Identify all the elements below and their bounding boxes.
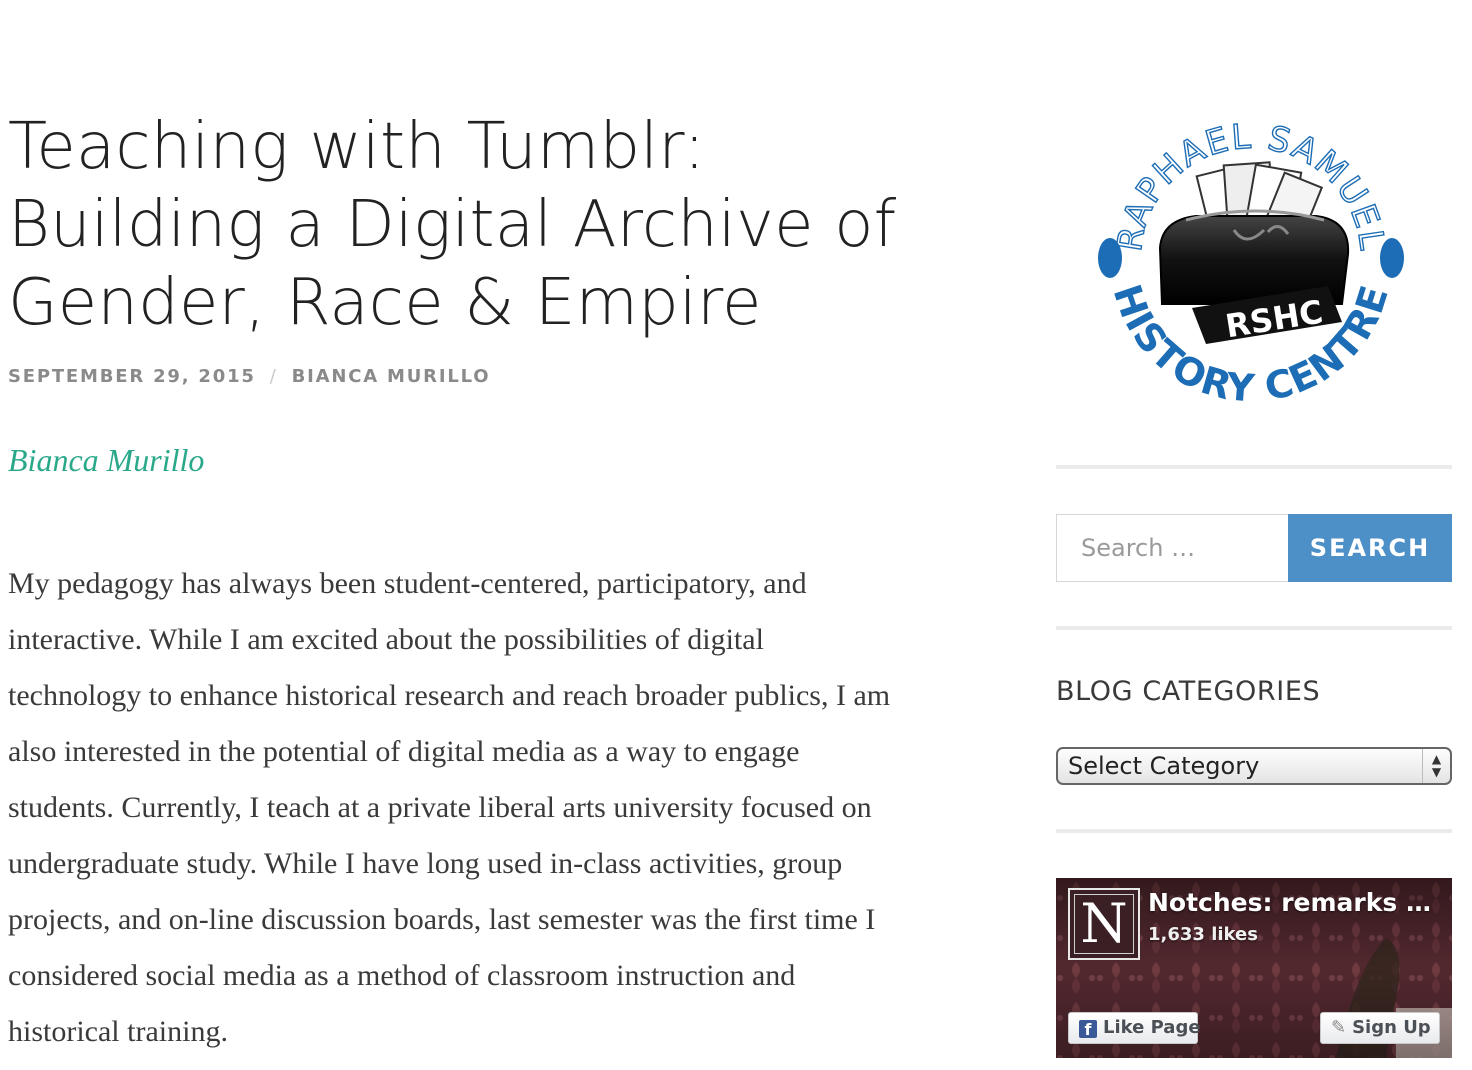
widget-divider (1056, 829, 1452, 833)
category-select-value: Select Category (1068, 752, 1260, 780)
pencil-icon: ✎ (1331, 1017, 1347, 1038)
select-arrows-icon: ▲ ▼ (1422, 749, 1450, 783)
sign-up-label: Sign Up (1352, 1017, 1431, 1038)
body-line: projects, and on-line discussion boards,… (8, 903, 876, 936)
site-logo-link[interactable]: RAPHAEL SAMUEL RSHC HISTORY CENTRE (1096, 108, 1406, 418)
rshc-logo: RAPHAEL SAMUEL RSHC HISTORY CENTRE (1098, 116, 1404, 411)
body-line: undergraduate study. While I have long u… (8, 847, 843, 880)
meta-separator: / (269, 366, 278, 387)
widget-divider (1056, 465, 1452, 469)
post-title-line: Building a Digital Archive of (8, 188, 897, 262)
post-title-line: Gender, Race & Empire (8, 266, 762, 340)
byline-author-link[interactable]: Bianca Murillo (8, 442, 204, 479)
facebook-page-avatar[interactable]: N (1068, 888, 1140, 960)
body-line: students. Currently, I teach at a privat… (8, 791, 872, 824)
facebook-page-widget[interactable]: N Notches: remarks … 1,633 likes f Like P… (1056, 878, 1452, 1058)
like-page-label: Like Page (1103, 1017, 1201, 1038)
facebook-likes-count: 1,633 likes (1148, 924, 1258, 945)
blog-categories-title: BLOG CATEGORIES (1056, 676, 1321, 707)
body-line: technology to enhance historical researc… (8, 679, 891, 712)
body-line: My pedagogy has always been student-cent… (8, 567, 807, 600)
category-select[interactable]: Select Category ▲ ▼ (1056, 747, 1452, 785)
facebook-page-name[interactable]: Notches: remarks … (1148, 888, 1431, 917)
facebook-icon: f (1079, 1020, 1097, 1039)
search-button[interactable]: SEARCH (1288, 514, 1452, 582)
post-meta: SEPTEMBER 29, 2015 / BIANCA MURILLO (8, 366, 490, 387)
search-input[interactable] (1056, 514, 1288, 582)
body-line: also interested in the potential of digi… (8, 735, 800, 768)
post-author-link[interactable]: BIANCA MURILLO (292, 366, 491, 387)
logo-dot-left (1098, 238, 1122, 278)
body-line: interactive. While I am excited about th… (8, 623, 764, 656)
post-title-line: Teaching with Tumblr: (8, 110, 706, 184)
article: Teaching with Tumblr: Building a Digital… (8, 108, 968, 1048)
widget-divider (1056, 626, 1452, 630)
facebook-sign-up-button[interactable]: ✎ Sign Up (1320, 1012, 1440, 1044)
facebook-like-page-button[interactable]: f Like Page (1068, 1012, 1201, 1044)
post-body: My pedagogy has always been student-cent… (8, 556, 958, 1060)
body-line: historical training. (8, 1015, 228, 1048)
post-date-link[interactable]: SEPTEMBER 29, 2015 (8, 366, 256, 387)
logo-dot-right (1380, 238, 1404, 278)
post-title: Teaching with Tumblr: Building a Digital… (8, 108, 968, 342)
body-line: considered social media as a method of c… (8, 959, 796, 992)
